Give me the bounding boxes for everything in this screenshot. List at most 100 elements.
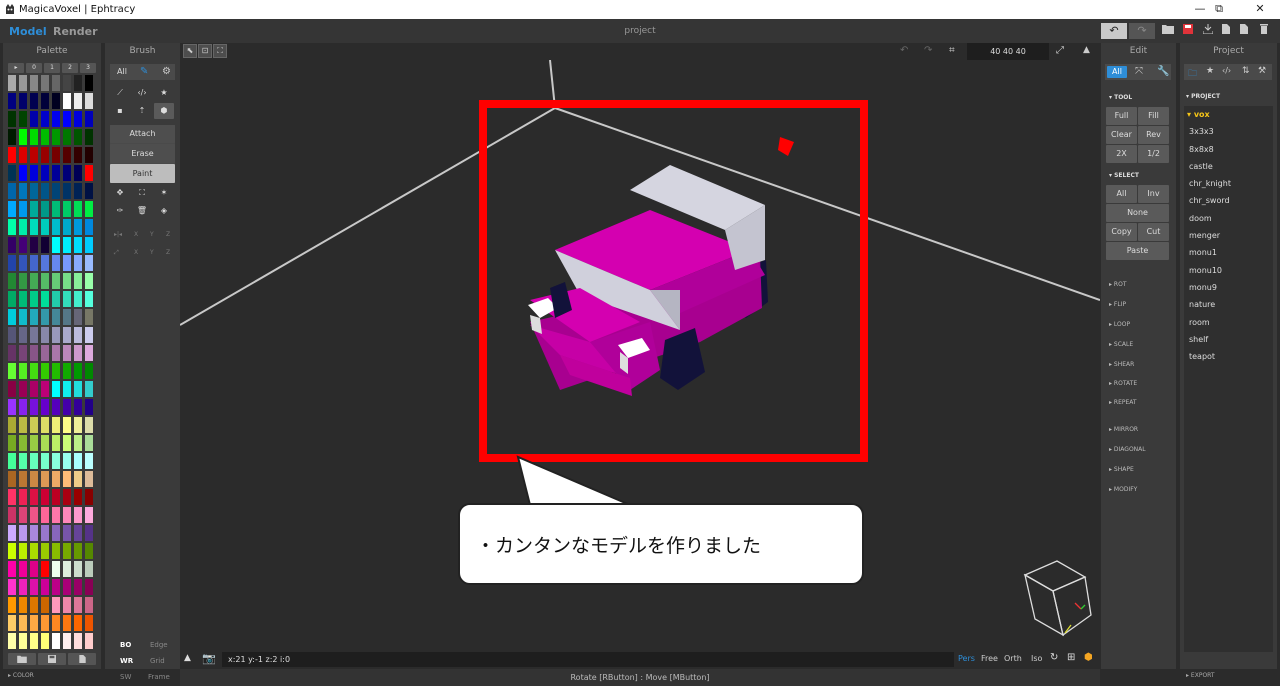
palette-swatch[interactable] xyxy=(74,147,82,163)
axis-y-toggle[interactable]: Y xyxy=(150,249,154,256)
select-section-label[interactable]: ▾ SELECT xyxy=(1109,172,1139,179)
palette-swatch[interactable] xyxy=(52,399,60,415)
palette-swatch[interactable] xyxy=(85,255,93,271)
palette-swatch[interactable] xyxy=(63,147,71,163)
bo-toggle[interactable]: BO xyxy=(120,641,131,649)
select-none-button[interactable]: None xyxy=(1106,204,1169,222)
open-folder-icon[interactable] xyxy=(1158,23,1178,39)
palette-swatch[interactable] xyxy=(30,507,38,523)
palette-swatch[interactable] xyxy=(52,435,60,451)
collapse-up-icon[interactable]: ▲ xyxy=(1083,45,1090,55)
palette-swatch[interactable] xyxy=(41,579,49,595)
wr-toggle[interactable]: WR xyxy=(120,657,133,665)
trash-tool-icon[interactable]: 🗑 xyxy=(132,203,152,219)
palette-tab[interactable]: 2 xyxy=(62,63,78,73)
palette-swatch[interactable] xyxy=(85,435,93,451)
palette-swatch[interactable] xyxy=(74,237,82,253)
palette-swatch[interactable] xyxy=(41,327,49,343)
palette-swatch[interactable] xyxy=(63,291,71,307)
palette-swatch[interactable] xyxy=(85,633,93,649)
palette-swatch[interactable] xyxy=(41,561,49,577)
reset-view-icon[interactable]: ↻ xyxy=(1050,652,1058,663)
palette-swatch[interactable] xyxy=(8,633,16,649)
palette-swatch[interactable] xyxy=(52,345,60,361)
palette-swatch[interactable] xyxy=(52,309,60,325)
palette-swatch[interactable] xyxy=(8,309,16,325)
export-section[interactable]: ▸ EXPORT xyxy=(1186,672,1215,679)
palette-swatch[interactable] xyxy=(85,75,93,91)
palette-swatch[interactable] xyxy=(74,507,82,523)
palette-swatch[interactable] xyxy=(19,525,27,541)
palette-swatch[interactable] xyxy=(63,381,71,397)
palette-swatch[interactable] xyxy=(30,255,38,271)
palette-swatch[interactable] xyxy=(85,201,93,217)
palette-swatch[interactable] xyxy=(85,525,93,541)
shape-section[interactable]: ▸ SHAPE xyxy=(1109,466,1134,473)
palette-swatch[interactable] xyxy=(63,255,71,271)
palette-swatch[interactable] xyxy=(19,399,27,415)
close-button[interactable]: ✕ xyxy=(1245,2,1275,17)
edit-tab-all[interactable]: All xyxy=(1107,66,1127,78)
cut-button[interactable]: Cut xyxy=(1138,223,1169,241)
palette-swatch[interactable] xyxy=(52,219,60,235)
palette-swatch[interactable] xyxy=(52,201,60,217)
shear-section[interactable]: ▸ SHEAR xyxy=(1109,361,1134,368)
palette-swatch[interactable] xyxy=(52,381,60,397)
palette-swatch[interactable] xyxy=(63,453,71,469)
clear-button[interactable]: Clear xyxy=(1106,126,1137,144)
palette-swatch[interactable] xyxy=(63,399,71,415)
line-brush-icon[interactable]: ⟋ xyxy=(110,85,130,101)
palette-swatch[interactable] xyxy=(74,525,82,541)
palette-swatch[interactable] xyxy=(30,381,38,397)
palette-swatch[interactable] xyxy=(63,597,71,613)
palette-swatch[interactable] xyxy=(19,201,27,217)
box-brush-icon[interactable]: ⬢ xyxy=(154,103,174,119)
palette-open-icon[interactable] xyxy=(8,653,36,665)
palette-swatch[interactable] xyxy=(30,327,38,343)
palette-swatch[interactable] xyxy=(41,453,49,469)
palette-swatch[interactable] xyxy=(85,219,93,235)
palette-swatch[interactable] xyxy=(30,543,38,559)
palette-swatch[interactable] xyxy=(74,345,82,361)
undo-icon[interactable]: ↶ xyxy=(1101,23,1127,39)
palette-tab[interactable]: ▸ xyxy=(8,63,24,73)
palette-swatch[interactable] xyxy=(41,381,49,397)
palette-swatch[interactable] xyxy=(85,489,93,505)
palette-swatch[interactable] xyxy=(52,147,60,163)
frame-toggle[interactable]: Frame xyxy=(148,673,170,681)
palette-swatch[interactable] xyxy=(52,615,60,631)
palette-swatch[interactable] xyxy=(30,417,38,433)
project-item[interactable]: teapot xyxy=(1189,352,1215,361)
modify-section[interactable]: ▸ MODIFY xyxy=(1109,486,1137,493)
palette-swatch[interactable] xyxy=(63,219,71,235)
copy-file-icon[interactable] xyxy=(1234,23,1254,39)
rot-section[interactable]: ▸ ROT xyxy=(1109,281,1126,288)
palette-swatch[interactable] xyxy=(41,507,49,523)
save-icon[interactable] xyxy=(1178,23,1198,39)
palette-swatch[interactable] xyxy=(41,435,49,451)
palette-swatch[interactable] xyxy=(30,489,38,505)
axis-z-toggle[interactable]: Z xyxy=(166,249,170,256)
palette-swatch[interactable] xyxy=(30,561,38,577)
palette-swatch[interactable] xyxy=(74,219,82,235)
palette-swatch[interactable] xyxy=(8,237,16,253)
palette-swatch[interactable] xyxy=(41,273,49,289)
palette-swatch[interactable] xyxy=(8,183,16,199)
palette-swatch[interactable] xyxy=(85,129,93,145)
palette-swatch[interactable] xyxy=(63,633,71,649)
palette-swatch[interactable] xyxy=(74,111,82,127)
palette-swatch[interactable] xyxy=(52,93,60,109)
palette-swatch[interactable] xyxy=(63,615,71,631)
palette-swatch[interactable] xyxy=(52,471,60,487)
palette-swatch[interactable] xyxy=(74,579,82,595)
project-item[interactable]: chr_knight xyxy=(1189,179,1231,188)
palette-tab[interactable]: 0 xyxy=(26,63,42,73)
palette-swatch[interactable] xyxy=(52,183,60,199)
sort-icon[interactable]: ⇅ xyxy=(1242,66,1250,76)
palette-swatch[interactable] xyxy=(8,111,16,127)
palette-swatch[interactable] xyxy=(85,363,93,379)
palette-swatch[interactable] xyxy=(30,345,38,361)
mode-model-tab[interactable]: Model xyxy=(9,25,47,38)
brush-tab-all[interactable]: All xyxy=(112,66,132,78)
palette-swatch[interactable] xyxy=(63,111,71,127)
